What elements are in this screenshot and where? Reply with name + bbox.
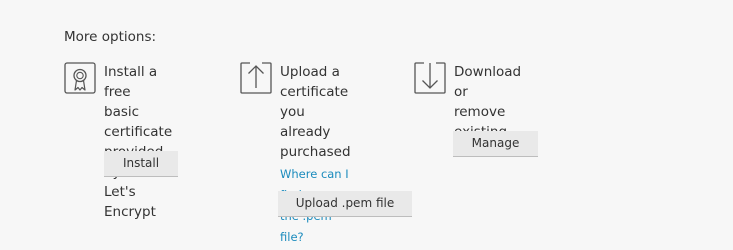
install-button[interactable]: Install bbox=[104, 151, 178, 177]
upload-description: Upload a certificate you already purchas… bbox=[280, 64, 351, 160]
certificate-ribbon-icon bbox=[64, 62, 96, 94]
manage-button[interactable]: Manage bbox=[453, 131, 538, 157]
download-arrow-icon bbox=[414, 62, 446, 94]
upload-arrow-icon bbox=[240, 62, 272, 94]
more-options-title: More options: bbox=[64, 29, 157, 45]
upload-pem-button[interactable]: Upload .pem file bbox=[278, 191, 412, 217]
letsencrypt-description: Install a free basic certificate provide… bbox=[104, 64, 173, 220]
